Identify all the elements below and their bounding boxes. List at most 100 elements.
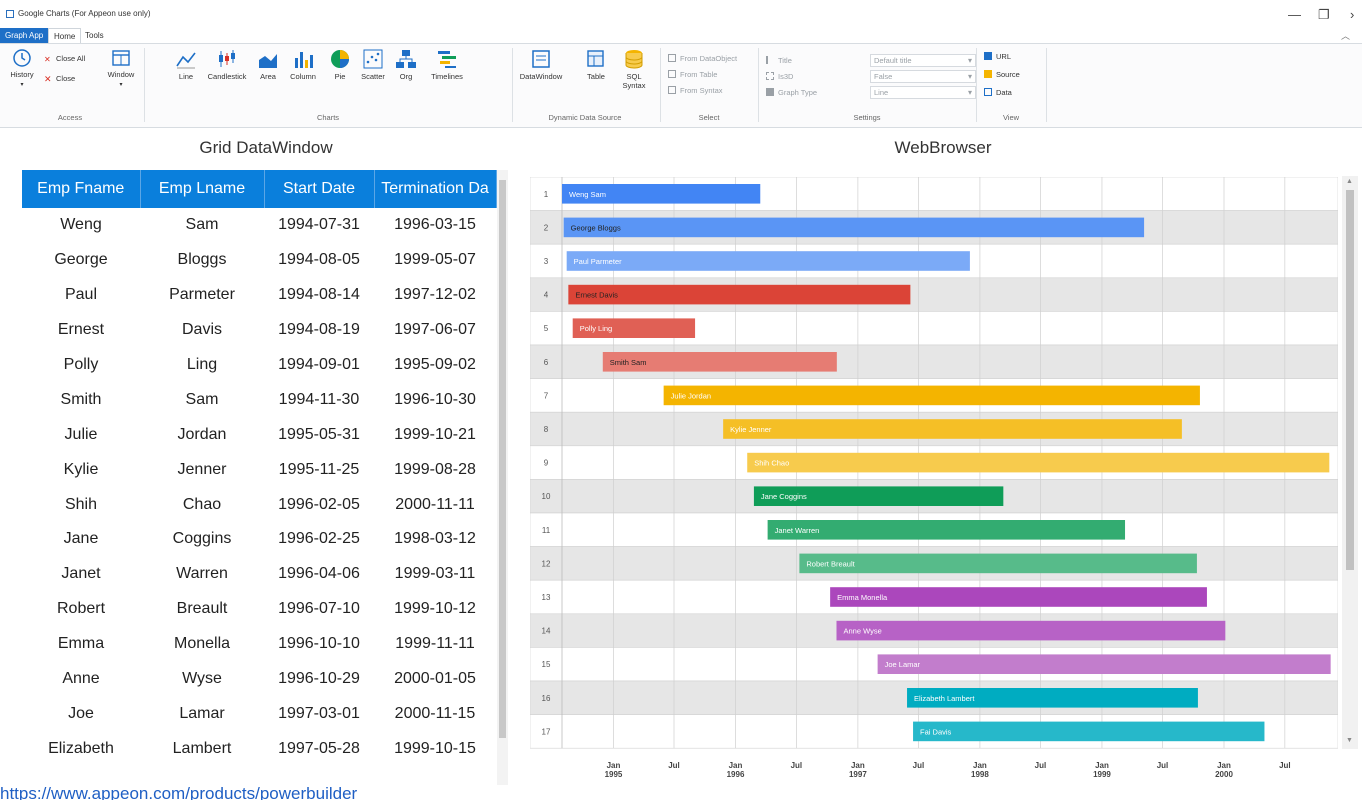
table-row[interactable]: Julie Jordan 1995-05-31 1999-10-21: [22, 417, 496, 452]
from-dataobject-button[interactable]: From DataObject: [668, 54, 737, 63]
table-cell: Chao: [182, 495, 222, 513]
table-cell: Janet: [61, 565, 101, 583]
column-header[interactable]: Emp Lname: [140, 170, 265, 208]
timeline-bar-label: Emma Monella: [837, 593, 888, 602]
pie-chart-button[interactable]: Pie: [326, 48, 354, 81]
table-cell: Emma: [57, 635, 105, 653]
history-button[interactable]: History ▾: [6, 48, 38, 88]
timeline-row-label: 8: [544, 425, 549, 434]
graph-type-setting-label: Graph Type: [766, 88, 817, 97]
scatter-chart-icon: [363, 49, 383, 69]
table-cell: 1998-03-12: [394, 530, 476, 548]
table-row[interactable]: Smith Sam 1994-11-30 1996-10-30: [22, 382, 496, 417]
view-url-button[interactable]: URL: [984, 52, 1011, 61]
collapse-ribbon-icon[interactable]: ︿: [1341, 29, 1350, 42]
timeline-row-label: 6: [544, 358, 549, 367]
table-cell: 2000-11-15: [394, 704, 476, 722]
table-cell: 1996-07-10: [278, 600, 360, 618]
org-chart-button[interactable]: Org: [392, 48, 420, 81]
timeline-bar-label: Janet Warren: [775, 526, 820, 535]
grid-datawindow[interactable]: Emp Fname Emp Lname Start Date Termination …: [22, 170, 510, 785]
table-row[interactable]: Robert Breault 1996-07-10 1999-10-12: [22, 592, 496, 627]
table-small-icon: [668, 70, 676, 78]
timeline-bar-label: Ernest Davis: [575, 291, 618, 300]
table-row[interactable]: Weng Sam 1994-07-31 1996-03-15: [22, 208, 496, 243]
tab-tools[interactable]: Tools: [80, 28, 109, 43]
line-chart-label: Line: [178, 72, 194, 81]
grid-panel-title: Grid DataWindow: [199, 138, 333, 157]
close-window-button[interactable]: ›: [1350, 7, 1354, 22]
column-header[interactable]: Emp Fname: [22, 170, 141, 208]
from-table-button[interactable]: From Table: [668, 70, 717, 79]
table-cell: 1996-10-10: [278, 635, 360, 653]
graph-type-combo[interactable]: Line: [870, 86, 976, 99]
line-chart-button[interactable]: Line: [172, 48, 200, 81]
column-header[interactable]: Start Date: [264, 170, 375, 208]
view-source-button[interactable]: Source: [984, 70, 1020, 79]
table-row[interactable]: Ernest Davis 1994-08-19 1997-06-07: [22, 313, 496, 348]
table-row[interactable]: George Bloggs 1994-08-05 1999-05-07: [22, 243, 496, 278]
group-separator: [660, 48, 661, 122]
app-icon: [6, 10, 14, 18]
table-row[interactable]: Kylie Jenner 1995-11-25 1999-08-28: [22, 452, 496, 487]
timeline-chart-icon: [438, 51, 456, 68]
scatter-chart-button[interactable]: Scatter: [356, 48, 390, 81]
close-all-button[interactable]: ✕ Close All: [44, 54, 85, 64]
timeline-axis-tick-label: Jul: [791, 761, 803, 770]
browser-vertical-scrollbar[interactable]: ▲ ▼: [1342, 176, 1358, 749]
minimize-button[interactable]: —: [1288, 7, 1301, 22]
pie-chart-icon: [331, 50, 349, 68]
close-all-label: Close All: [56, 54, 86, 63]
browser-scroll-thumb[interactable]: [1346, 190, 1354, 570]
timeline-bar: [566, 251, 970, 271]
table-row[interactable]: Janet Warren 1996-04-06 1999-03-11: [22, 557, 496, 592]
datawindow-button[interactable]: DataWindow: [516, 48, 566, 81]
table-cell: 1996-10-30: [394, 390, 476, 408]
scroll-up-icon[interactable]: ▲: [1346, 178, 1353, 185]
org-chart-label: Org: [399, 72, 413, 81]
table-row[interactable]: Polly Ling 1994-09-01 1995-09-02: [22, 348, 496, 383]
table-row[interactable]: Shih Chao 1996-02-05 2000-11-11: [22, 487, 496, 522]
view-data-button[interactable]: Data: [984, 88, 1012, 97]
graph-type-label: Graph Type: [778, 88, 818, 97]
tab-home[interactable]: Home: [48, 28, 82, 43]
table-cell: 1994-08-19: [278, 321, 360, 339]
tab-graph-app[interactable]: Graph App: [0, 28, 49, 43]
column-chart-button[interactable]: Column: [284, 48, 322, 81]
timeline-axis-tick-label: Jul: [668, 761, 680, 770]
sql-syntax-button[interactable]: SQL Syntax: [616, 48, 652, 90]
timeline-bar: [799, 553, 1197, 574]
table-cell: 1994-08-14: [278, 286, 360, 304]
column-header[interactable]: Termination Da: [374, 170, 497, 208]
area-chart-button[interactable]: Area: [254, 48, 282, 81]
table-row[interactable]: Joe Lamar 1997-03-01 2000-11-15: [22, 696, 496, 731]
table-row[interactable]: Jane Coggins 1996-02-25 1998-03-12: [22, 522, 496, 557]
scatter-chart-label: Scatter: [361, 72, 385, 81]
grid-vertical-scrollbar[interactable]: [497, 170, 508, 785]
table-row[interactable]: Anne Wyse 1996-10-29 2000-01-05: [22, 662, 496, 697]
timelines-chart-button[interactable]: Timelines: [424, 48, 470, 81]
scroll-down-icon[interactable]: ▼: [1346, 737, 1353, 744]
table-cell: 1996-03-15: [394, 216, 476, 234]
table-row[interactable]: Emma Monella 1996-10-10 1999-11-11: [22, 627, 496, 662]
table-cell: Davis: [181, 321, 222, 339]
group-separator: [144, 48, 145, 122]
close-button[interactable]: ✕ Close: [44, 74, 75, 84]
timeline-axis-tick-label: 2000: [1215, 770, 1233, 779]
timeline-bar-label: Kylie Jenner: [730, 425, 772, 434]
restore-button[interactable]: ❐: [1318, 7, 1330, 23]
3d-icon: [766, 72, 774, 80]
grid-scroll-thumb[interactable]: [499, 180, 506, 738]
title-combo[interactable]: Default title: [870, 54, 976, 67]
table-row[interactable]: Elizabeth Lambert 1997-05-28 1999-10-15: [22, 731, 496, 766]
window-button[interactable]: Window ▾: [104, 48, 138, 88]
table-source-button[interactable]: Table: [582, 48, 610, 81]
table-row[interactable]: Paul Parmeter 1994-08-14 1997-12-02: [22, 278, 496, 313]
from-syntax-button[interactable]: From Syntax: [668, 86, 723, 95]
status-link[interactable]: https://www.appeon.com/products/powerbui…: [0, 784, 357, 800]
candlestick-chart-button[interactable]: Candlestick: [204, 48, 250, 81]
group-title-settings: Settings: [853, 113, 881, 122]
is3d-combo[interactable]: False: [870, 70, 976, 83]
timeline-bar-label: Elizabeth Lambert: [914, 694, 975, 703]
from-dataobject-label: From DataObject: [680, 54, 738, 63]
